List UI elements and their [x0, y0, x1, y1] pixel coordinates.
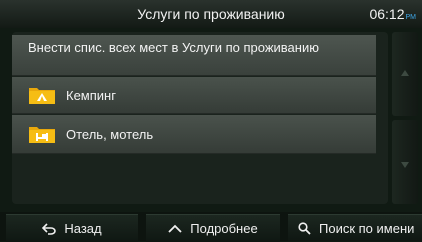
hotel-folder-icon [29, 127, 55, 143]
clock: 06:12PM [369, 0, 416, 28]
back-button[interactable]: Назад [6, 214, 138, 242]
camping-folder-icon [29, 88, 55, 104]
more-label: Подробнее [190, 221, 258, 236]
hotel-label: Отель, мотель [66, 127, 154, 142]
scroll-up-button[interactable] [392, 32, 418, 116]
camping-label: Кемпинг [66, 88, 116, 103]
clock-time: 06:12 [369, 6, 405, 22]
search-icon [298, 221, 311, 235]
add-all-places-item[interactable]: Внести спис. всех мест в Услуги по прожи… [12, 35, 376, 76]
scroll-down-button[interactable] [392, 120, 418, 204]
search-by-name-button[interactable]: Поиск по имени [288, 214, 422, 241]
scrollbar [392, 32, 418, 204]
clock-suffix: PM [405, 14, 417, 21]
more-button[interactable]: Подробнее [146, 214, 280, 242]
list-item-hotel[interactable]: Отель, мотель [12, 115, 376, 154]
search-label: Поиск по имени [319, 220, 415, 236]
page-title: Услуги по проживанию [137, 6, 285, 22]
chevron-up-icon [168, 224, 182, 233]
back-arrow-icon [42, 222, 57, 235]
scroll-down-icon [401, 162, 409, 168]
scroll-up-icon [401, 70, 409, 76]
list-item-camping[interactable]: Кемпинг [12, 77, 376, 114]
add-all-places-label: Внести спис. всех мест в Услуги по прожи… [28, 40, 319, 55]
back-label: Назад [64, 221, 102, 236]
